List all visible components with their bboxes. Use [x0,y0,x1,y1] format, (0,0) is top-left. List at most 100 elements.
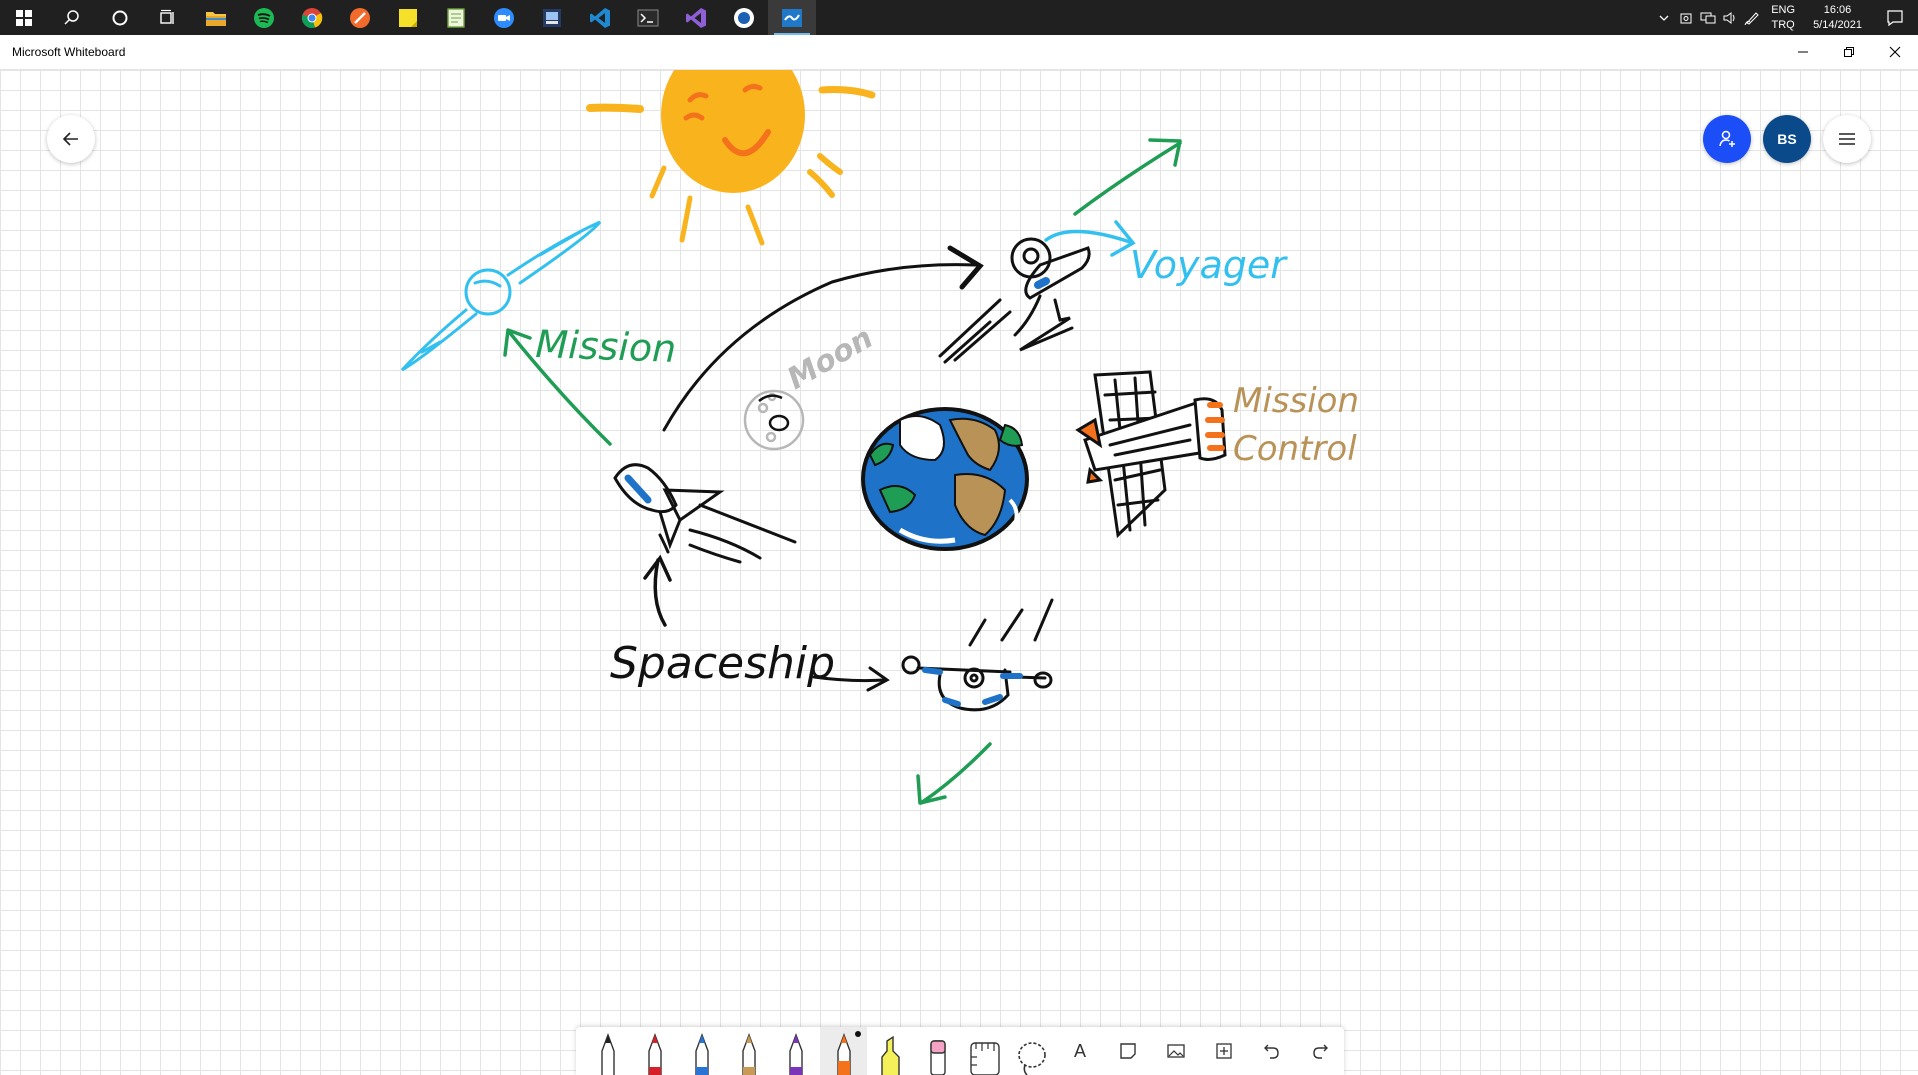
settings-menu-button[interactable] [1823,115,1871,163]
label-moon: Moon [782,320,880,397]
keyboard-layout: TRQ [1771,18,1795,31]
spotify-icon [254,7,274,28]
sticky-notes-icon [399,8,417,27]
task-view-icon [160,9,174,24]
inking-toolbar: A [576,1027,1344,1075]
window-controls [1780,35,1918,69]
pen-blue-tool[interactable] [678,1027,725,1075]
search-button[interactable] [48,0,96,35]
label-spaceship: Spaceship [610,638,835,689]
ink-drawing: Mission Voyager Moon Mission Control Spa… [400,70,1359,805]
whiteboard-icon [782,8,802,27]
lasso-tool[interactable] [1009,1027,1056,1075]
chrome[interactable] [288,0,336,35]
whiteboard[interactable] [768,0,816,35]
pen-icon [742,1033,756,1075]
pen-tan-tool[interactable] [726,1027,773,1075]
mission-control-drawing [1075,370,1227,539]
pen-icon [600,1033,615,1075]
black-arc-arrow [662,245,984,432]
image-tool[interactable] [1152,1027,1200,1075]
pen-icon [789,1033,804,1075]
ruler-tool[interactable] [962,1027,1009,1075]
whiteboard-canvas[interactable]: Mission Voyager Moon Mission Control Spa… [0,70,1918,1075]
earth-drawing [861,407,1029,551]
volume-icon[interactable] [1719,0,1741,35]
show-hidden-icons-icon[interactable] [1653,0,1675,35]
zoom-icon [494,7,514,28]
app-dark[interactable] [528,0,576,35]
pen-purple-tool[interactable] [773,1027,820,1075]
lasso-icon [1018,1042,1047,1075]
sticky-notes[interactable] [384,0,432,35]
file-explorer[interactable] [192,0,240,35]
minimize-button[interactable] [1780,35,1826,69]
app-circle[interactable] [720,0,768,35]
image-icon [1167,1044,1185,1058]
ruler-icon [970,1042,1000,1075]
pen-icon [695,1033,709,1075]
undo-icon [1264,1044,1279,1059]
action-center-button[interactable] [1872,0,1918,35]
pen-orange-tool[interactable] [820,1027,868,1075]
avatar[interactable]: BS [1763,115,1811,163]
label-voyager: Voyager [1130,243,1288,287]
spotify[interactable] [240,0,288,35]
close-button[interactable] [1872,35,1918,69]
label-mission-control-2: Control [1233,429,1357,469]
sun-drawing [586,70,876,246]
black-up-arrow [643,554,672,627]
close-icon [1889,46,1901,58]
highlighter-icon [881,1035,900,1075]
redo-button[interactable] [1296,1027,1344,1075]
notepad-icon [447,7,465,28]
eraser-tool[interactable] [914,1027,961,1075]
task-view-button[interactable] [144,0,192,35]
title-bar: Microsoft Whiteboard [0,35,1918,70]
redo-icon [1313,1044,1329,1059]
spaceship-drawing [901,598,1054,712]
clock[interactable]: 16:06 5/14/2021 [1803,3,1872,33]
label-mission: Mission [535,322,677,371]
selected-indicator [855,1031,862,1037]
back-button[interactable] [47,115,95,163]
cortana-icon [112,10,128,25]
cortana-button[interactable] [96,0,144,35]
minimize-icon [1798,51,1808,53]
windows-logo-icon [16,9,32,26]
terminal-icon [637,9,659,26]
start-button[interactable] [0,0,48,35]
input-language[interactable]: ENG TRQ [1763,3,1803,33]
highlighter-tool[interactable] [867,1027,914,1075]
restore-button[interactable] [1826,35,1872,69]
pen-workspace-icon[interactable] [1741,0,1763,35]
text-icon: A [1074,1040,1087,1061]
add-person-icon [1719,130,1735,147]
chrome-icon [301,7,323,28]
text-tool[interactable]: A [1056,1027,1104,1075]
add-icon [1216,1043,1232,1059]
terminal[interactable] [624,0,672,35]
pen-red-tool[interactable] [631,1027,678,1075]
pen-icon [648,1033,662,1075]
notepad-app[interactable] [432,0,480,35]
undo-button[interactable] [1248,1027,1296,1075]
network-icon[interactable] [1697,0,1719,35]
arrow-left-icon [62,132,78,146]
moon-drawing [743,389,805,451]
zoom[interactable] [480,0,528,35]
folder-icon [206,11,226,26]
vscode-icon [590,7,610,28]
meet-now-icon[interactable] [1675,0,1697,35]
clock-date: 5/14/2021 [1813,18,1862,31]
vscode[interactable] [576,0,624,35]
share-button[interactable] [1703,115,1751,163]
visual-studio[interactable] [672,0,720,35]
note-tool[interactable] [1104,1027,1152,1075]
pen-black-tool[interactable] [584,1027,631,1075]
search-icon [64,9,79,25]
app-orange[interactable] [336,0,384,35]
blue-app-icon [543,8,561,27]
eraser-icon [930,1040,946,1075]
add-tool[interactable] [1200,1027,1248,1075]
